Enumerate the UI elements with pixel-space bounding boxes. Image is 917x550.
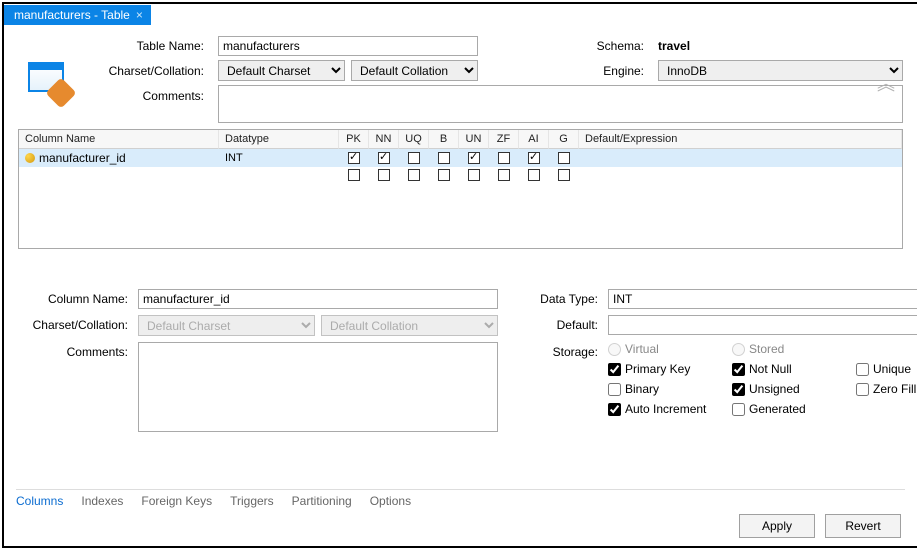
tab-title: manufacturers - Table	[14, 8, 130, 22]
table-row-empty[interactable]	[19, 167, 219, 183]
detail-comments-textarea[interactable]	[138, 342, 498, 432]
ai-checkbox[interactable]: Auto Increment	[608, 402, 718, 416]
table-row-uq[interactable]	[399, 149, 429, 167]
col-header-un[interactable]: UN	[459, 130, 489, 149]
detail-charset-label: Charset/Collation:	[18, 315, 128, 332]
action-buttons: Apply Revert	[739, 514, 901, 538]
col-header-name[interactable]: Column Name	[19, 130, 219, 149]
bottom-tabs: Columns Indexes Foreign Keys Triggers Pa…	[16, 489, 905, 508]
datatype-input[interactable]	[608, 289, 917, 309]
col-header-b[interactable]: B	[429, 130, 459, 149]
column-name-input[interactable]	[138, 289, 498, 309]
apply-button[interactable]: Apply	[739, 514, 815, 538]
table-name-input[interactable]	[218, 36, 478, 56]
table-row-default[interactable]	[579, 149, 902, 167]
g-checkbox[interactable]: Generated	[732, 402, 842, 416]
storage-options: Virtual Stored Primary Key Not Null Uniq…	[608, 342, 917, 416]
default-label: Default:	[508, 315, 598, 332]
tab-triggers[interactable]: Triggers	[230, 494, 274, 508]
table-icon	[18, 58, 78, 102]
engine-label: Engine:	[488, 64, 648, 78]
col-header-nn[interactable]: NN	[369, 130, 399, 149]
zf-checkbox[interactable]: Zero Fill	[856, 382, 917, 396]
storage-label: Storage:	[508, 342, 598, 359]
table-row-zf[interactable]	[489, 149, 519, 167]
table-name-label: Table Name:	[88, 39, 208, 53]
revert-button[interactable]: Revert	[825, 514, 901, 538]
col-header-ai[interactable]: AI	[519, 130, 549, 149]
table-row-ai[interactable]	[519, 149, 549, 167]
document-tabbar: manufacturers - Table ×	[4, 4, 917, 26]
stored-radio: Stored	[732, 342, 842, 356]
collation-select[interactable]: Default Collation	[351, 60, 478, 81]
b-checkbox[interactable]: Binary	[608, 382, 718, 396]
charset-label: Charset/Collation:	[88, 64, 208, 78]
uq-checkbox[interactable]: Unique	[856, 362, 917, 376]
column-name-label: Column Name:	[18, 289, 128, 306]
close-icon[interactable]: ×	[136, 8, 143, 22]
table-row-un[interactable]	[459, 149, 489, 167]
tab-columns[interactable]: Columns	[16, 494, 63, 508]
virtual-radio: Virtual	[608, 342, 718, 356]
col-header-zf[interactable]: ZF	[489, 130, 519, 149]
col-header-pk[interactable]: PK	[339, 130, 369, 149]
engine-select[interactable]: InnoDB	[658, 60, 903, 81]
nn-checkbox[interactable]: Not Null	[732, 362, 842, 376]
charset-select[interactable]: Default Charset	[218, 60, 345, 81]
editor-content: ︽ Table Name: Schema: travel Charset/Col…	[4, 26, 917, 546]
table-row-datatype[interactable]: INT	[219, 149, 339, 167]
tab-indexes[interactable]: Indexes	[81, 494, 123, 508]
detail-comments-label: Comments:	[18, 342, 128, 359]
default-input[interactable]	[608, 315, 917, 335]
tab-foreign-keys[interactable]: Foreign Keys	[141, 494, 212, 508]
schema-value: travel	[658, 39, 903, 53]
col-header-datatype[interactable]: Datatype	[219, 130, 339, 149]
table-row-nn[interactable]	[369, 149, 399, 167]
tab-options[interactable]: Options	[370, 494, 411, 508]
table-row-pk[interactable]	[339, 149, 369, 167]
table-row-g[interactable]	[549, 149, 579, 167]
columns-grid: Column Name Datatype PK NN UQ B UN ZF AI…	[18, 129, 903, 249]
schema-label: Schema:	[488, 39, 648, 53]
col-header-g[interactable]: G	[549, 130, 579, 149]
collapse-icon[interactable]: ︽	[877, 70, 895, 96]
detail-collation-select: Default Collation	[321, 315, 498, 336]
pk-checkbox[interactable]: Primary Key	[608, 362, 718, 376]
primary-key-icon	[25, 153, 35, 163]
comments-label: Comments:	[88, 85, 208, 103]
detail-charset-select: Default Charset	[138, 315, 315, 336]
datatype-label: Data Type:	[508, 289, 598, 306]
comments-textarea[interactable]	[218, 85, 903, 123]
table-row-b[interactable]	[429, 149, 459, 167]
tab-partitioning[interactable]: Partitioning	[292, 494, 352, 508]
col-header-uq[interactable]: UQ	[399, 130, 429, 149]
document-tab-manufacturers[interactable]: manufacturers - Table ×	[4, 5, 151, 25]
table-row-name[interactable]: manufacturer_id	[19, 149, 219, 167]
table-editor-frame: manufacturers - Table × ︽ Table Name: Sc…	[2, 2, 917, 548]
un-checkbox[interactable]: Unsigned	[732, 382, 842, 396]
col-header-default[interactable]: Default/Expression	[579, 130, 902, 149]
